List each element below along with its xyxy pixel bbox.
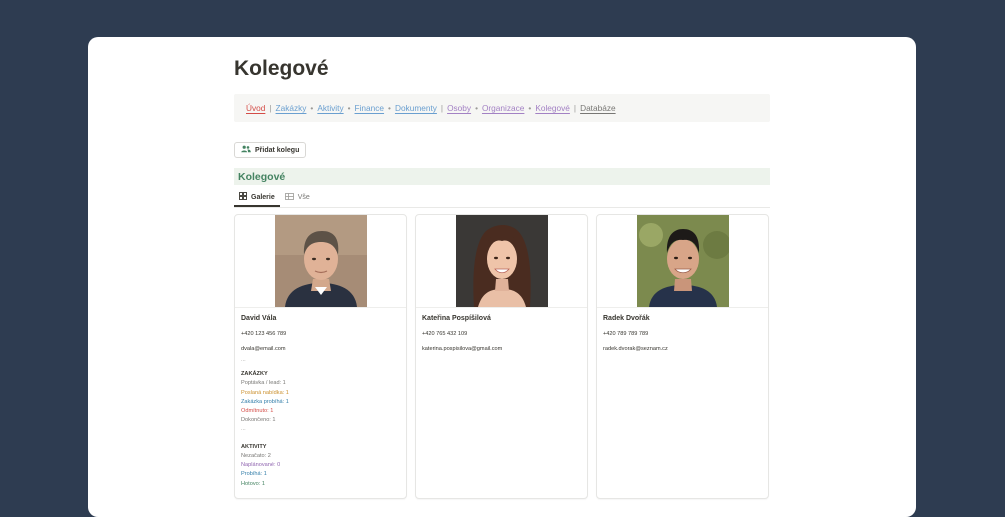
nav-link-dokumenty[interactable]: Dokumenty xyxy=(395,103,437,113)
tab-vse-label: Vše xyxy=(297,194,310,201)
nav-separator: • xyxy=(528,103,532,113)
add-colleague-button[interactable]: Přidat kolegu xyxy=(234,142,307,158)
colleague-photo xyxy=(636,215,729,307)
colleague-phone: +420 765 432 109 xyxy=(422,331,468,337)
gallery: David Vála +420 123 456 789 dvala@email.… xyxy=(234,214,770,499)
colleague-name: Radek Dvořák xyxy=(603,315,650,322)
tab-galerie-label: Galerie xyxy=(251,193,275,201)
nav-link-zakazky[interactable]: Zakázky xyxy=(276,103,307,113)
tab-galerie[interactable]: Galerie xyxy=(234,192,280,207)
nav-separator: • xyxy=(475,103,478,113)
nav-link-databaze[interactable]: Databáze xyxy=(580,103,616,113)
nav-separator: | xyxy=(269,103,272,113)
colleague-name: Kateřina Pospíšilová xyxy=(422,315,491,322)
gallery-icon xyxy=(239,192,247,202)
colleague-email: radek.dvorak@seznam.cz xyxy=(603,345,668,352)
nav-separator: • xyxy=(388,103,391,113)
zakazky-title: ZAKÁZKY xyxy=(241,370,268,377)
section-title: Kolegové xyxy=(234,168,770,185)
aktivity-count: Naplánované: 0 xyxy=(241,462,281,469)
colleague-phone: +420 789 789 789 xyxy=(603,331,649,337)
colleague-photo xyxy=(274,215,367,307)
colleague-email: dvala@email.com xyxy=(241,345,286,352)
colleague-card[interactable]: David Vála +420 123 456 789 dvala@email.… xyxy=(234,214,407,499)
aktivity-count: Hotovo: 1 xyxy=(241,480,265,487)
nav-separator: • xyxy=(347,103,351,113)
photo-area xyxy=(235,215,406,308)
aktivity-count: Nezačato: 2 xyxy=(241,453,271,460)
colleague-phone: +420 123 456 789 xyxy=(241,331,287,337)
zakazky-count: Poslaná nabídka: 1 xyxy=(241,389,289,396)
colleague-name: David Vála xyxy=(241,315,277,322)
nav-link-organizace[interactable]: Organizace xyxy=(482,103,524,113)
colleague-card[interactable]: Kateřina Pospíšilová +420 765 432 109 ka… xyxy=(415,214,588,499)
page-title: Kolegové xyxy=(234,57,329,80)
property-ellipsis: ... xyxy=(241,357,246,364)
nav-bar: Úvod | Zakázky • Aktivity • Finance • Do… xyxy=(234,94,770,122)
colleague-card[interactable]: Radek Dvořák +420 789 789 789 radek.dvor… xyxy=(596,214,769,499)
add-colleague-label: Přidat kolegu xyxy=(255,146,300,154)
card-body: Kateřina Pospíšilová +420 765 432 109 ka… xyxy=(416,308,587,352)
view-tabs: Galerie Vše xyxy=(234,188,770,208)
zakazky-ellipsis: ... xyxy=(241,426,246,433)
nav-link-uvod[interactable]: Úvod xyxy=(246,103,265,113)
nav-link-osoby[interactable]: Osoby xyxy=(447,103,471,113)
photo-area xyxy=(416,215,587,308)
colleague-photo xyxy=(455,215,548,307)
nav-separator: • xyxy=(310,103,314,113)
nav-link-kolegove[interactable]: Kolegové xyxy=(535,103,570,113)
table-icon xyxy=(284,193,294,202)
nav-link-aktivity[interactable]: Aktivity xyxy=(317,103,343,113)
tab-vse[interactable]: Vše xyxy=(280,193,315,207)
nav-separator: | xyxy=(440,103,444,113)
people-icon xyxy=(241,145,251,155)
zakazky-count: Zakázka probíhá: 1 xyxy=(241,398,289,405)
aktivity-title: AKTIVITY xyxy=(241,443,267,450)
photo-area xyxy=(597,215,768,308)
nav-link-finance[interactable]: Finance xyxy=(355,103,385,113)
colleague-email: katerina.pospisilova@gmail.com xyxy=(422,345,503,352)
zakazky-count: Poptávka / lead: 1 xyxy=(241,380,286,387)
page-window: Kolegové Úvod | Zakázky • Aktivity • Fin… xyxy=(88,37,916,517)
zakazky-count: Odmítnuto: 1 xyxy=(241,407,274,414)
nav-separator: | xyxy=(573,103,577,113)
zakazky-count: Dokončeno: 1 xyxy=(241,417,276,424)
card-body: David Vála +420 123 456 789 dvala@email.… xyxy=(235,308,406,487)
card-body: Radek Dvořák +420 789 789 789 radek.dvor… xyxy=(597,308,768,352)
aktivity-count: Probíhá: 1 xyxy=(241,471,267,478)
